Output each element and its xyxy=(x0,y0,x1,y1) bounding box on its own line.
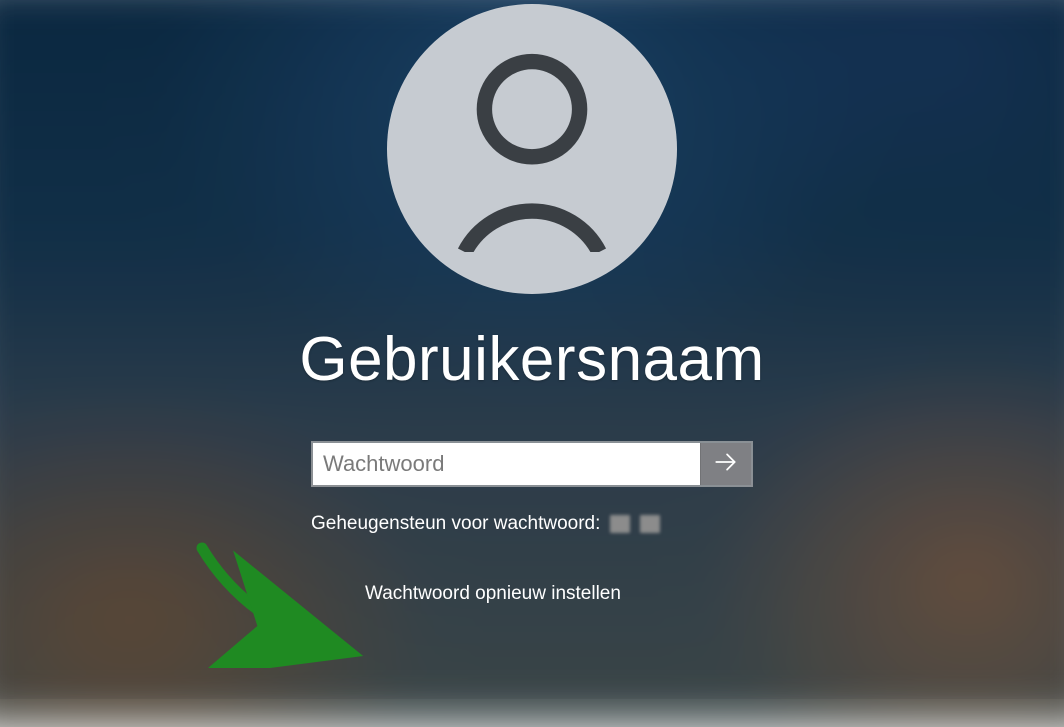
arrow-right-icon xyxy=(713,449,739,480)
password-hint-label: Geheugensteun voor wachtwoord: xyxy=(311,513,600,535)
password-hint-value-redacted xyxy=(640,515,660,533)
user-avatar xyxy=(387,4,677,294)
password-hint-row: Geheugensteun voor wachtwoord: xyxy=(311,513,753,535)
username-display: Gebruikersnaam xyxy=(299,324,764,395)
reset-password-row: Wachtwoord opnieuw instellen xyxy=(311,583,753,605)
password-hint-value-redacted xyxy=(610,515,630,533)
password-input[interactable] xyxy=(313,443,700,485)
submit-button[interactable] xyxy=(700,443,751,485)
password-row xyxy=(311,441,753,487)
person-icon xyxy=(447,42,617,257)
reset-password-link[interactable]: Wachtwoord opnieuw instellen xyxy=(365,583,621,604)
login-panel: Gebruikersnaam Geheugensteun voor wachtw… xyxy=(0,0,1064,699)
